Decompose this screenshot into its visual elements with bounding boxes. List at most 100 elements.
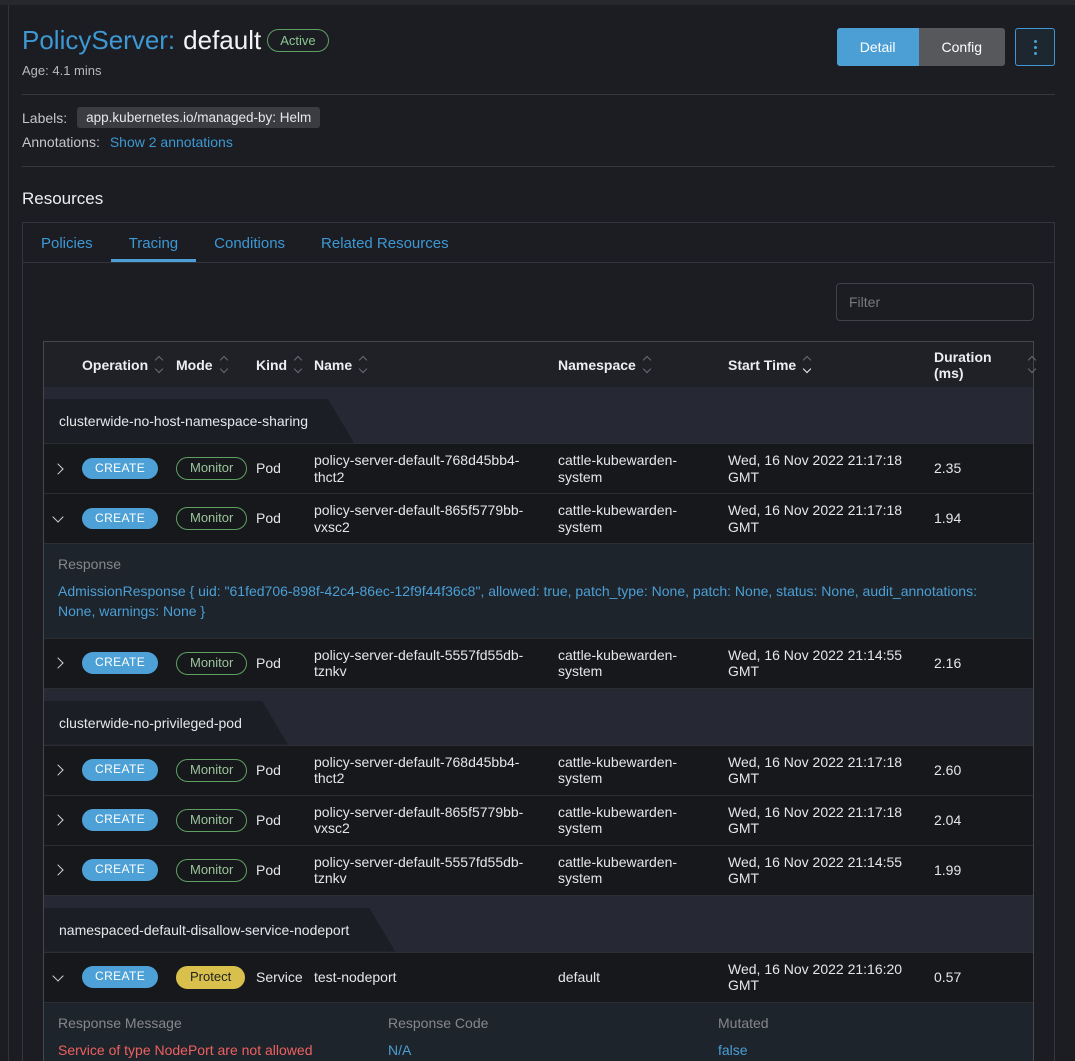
expand-row-icon[interactable] (52, 814, 63, 825)
status-badge: Active (267, 29, 328, 52)
response-code-value: N/A (388, 1042, 718, 1058)
name-cell: test-nodeport (314, 962, 558, 992)
column-header-kind[interactable]: Kind (256, 355, 314, 374)
start-time-cell: Wed, 16 Nov 2022 21:17:18 GMT (728, 747, 934, 793)
duration-cell: 1.99 (934, 855, 1035, 885)
tab-conditions[interactable]: Conditions (196, 223, 303, 262)
kind-cell: Pod (256, 503, 314, 533)
start-time-cell: Wed, 16 Nov 2022 21:16:20 GMT (728, 954, 934, 1000)
resource-name-title: default (183, 25, 261, 56)
config-button[interactable]: Config (919, 28, 1005, 66)
expand-row-icon[interactable] (52, 864, 63, 875)
sort-icon[interactable] (360, 355, 366, 374)
resources-tab-container: PoliciesTracingConditionsRelated Resourc… (22, 222, 1055, 1061)
mode-badge: Monitor (176, 859, 247, 882)
sort-icon[interactable] (804, 355, 810, 374)
sort-icon[interactable] (1029, 355, 1035, 374)
start-time-cell: Wed, 16 Nov 2022 21:17:18 GMT (728, 797, 934, 843)
trace-row[interactable]: CREATE Monitor Pod policy-server-default… (44, 746, 1033, 796)
annotations-label: Annotations: (22, 134, 100, 150)
trace-row[interactable]: CREATE Monitor Pod policy-server-default… (44, 639, 1033, 689)
policy-server-detail-page: PolicyServer: default Active Age: 4.1 mi… (8, 5, 1075, 1061)
duration-cell: 2.35 (934, 453, 1035, 483)
operation-badge: CREATE (82, 859, 158, 881)
namespace-cell: cattle-kubewarden-system (558, 495, 728, 541)
mode-badge: Monitor (176, 759, 247, 782)
tab-tracing[interactable]: Tracing (111, 223, 196, 262)
trace-row[interactable]: CREATE Monitor Pod policy-server-default… (44, 494, 1033, 544)
operation-badge: CREATE (82, 966, 158, 988)
sort-icon[interactable] (295, 355, 301, 374)
mutated-label: Mutated (718, 1015, 1019, 1031)
kind-cell: Pod (256, 855, 314, 885)
operation-badge: CREATE (82, 652, 158, 674)
operation-badge: CREATE (82, 809, 158, 831)
mode-badge: Protect (176, 966, 245, 989)
namespace-cell: cattle-kubewarden-system (558, 640, 728, 686)
collapse-row-icon[interactable] (52, 511, 63, 522)
masthead: PolicyServer: default Active Age: 4.1 mi… (22, 19, 1055, 78)
sort-icon[interactable] (644, 355, 650, 374)
mode-badge: Monitor (176, 457, 247, 480)
namespace-cell: cattle-kubewarden-system (558, 445, 728, 491)
trace-row[interactable]: CREATE Monitor Pod policy-server-default… (44, 796, 1033, 846)
response-message-value: Service of type NodePort are not allowed (58, 1042, 388, 1058)
name-cell: policy-server-default-5557fd55db-tznkv (314, 640, 558, 686)
header-divider (22, 94, 1055, 95)
label-chip: app.kubernetes.io/managed-by: Helm (77, 107, 320, 128)
policy-group-band: clusterwide-no-host-namespace-sharing (44, 387, 1033, 444)
namespace-cell: cattle-kubewarden-system (558, 747, 728, 793)
resource-type-title: PolicyServer: (22, 25, 175, 56)
response-text: AdmissionResponse { uid: "61fed706-898f-… (58, 581, 1019, 622)
kind-cell: Pod (256, 755, 314, 785)
response-message-label: Response Message (58, 1015, 388, 1031)
policy-group-name: namespaced-default-disallow-service-node… (44, 908, 395, 952)
namespace-cell: cattle-kubewarden-system (558, 847, 728, 893)
header-actions: Detail Config (837, 28, 1055, 66)
policy-group-name: clusterwide-no-privileged-pod (44, 701, 288, 745)
sort-icon[interactable] (221, 355, 227, 374)
detail-button[interactable]: Detail (837, 28, 919, 66)
kebab-menu-button[interactable] (1015, 28, 1055, 66)
labels-label: Labels: (22, 110, 67, 126)
column-header-mode[interactable]: Mode (176, 355, 256, 374)
duration-cell: 2.04 (934, 805, 1035, 835)
column-header-operation[interactable]: Operation (82, 355, 176, 374)
table-body: clusterwide-no-host-namespace-sharing CR… (44, 387, 1033, 1061)
filter-input[interactable] (836, 283, 1034, 321)
age-text: Age: 4.1 mins (22, 63, 329, 78)
kind-cell: Service (256, 962, 314, 992)
operation-badge: CREATE (82, 458, 158, 480)
column-header-name[interactable]: Name (314, 355, 558, 374)
tab-related-resources[interactable]: Related Resources (303, 223, 467, 262)
expand-row-icon[interactable] (52, 463, 63, 474)
response-label: Response (58, 556, 1019, 572)
tab-policies[interactable]: Policies (23, 223, 111, 262)
start-time-cell: Wed, 16 Nov 2022 21:17:18 GMT (728, 495, 934, 541)
duration-cell: 2.16 (934, 648, 1035, 678)
show-annotations-link[interactable]: Show 2 annotations (110, 134, 233, 150)
column-header-duration-ms-[interactable]: Duration (ms) (934, 349, 1035, 381)
start-time-cell: Wed, 16 Nov 2022 21:14:55 GMT (728, 847, 934, 893)
trace-row[interactable]: CREATE Monitor Pod policy-server-default… (44, 444, 1033, 494)
kebab-dot-icon (1034, 40, 1037, 43)
start-time-cell: Wed, 16 Nov 2022 21:14:55 GMT (728, 640, 934, 686)
policy-group-band: namespaced-default-disallow-service-node… (44, 896, 1033, 953)
table-header-row: Operation Mode Kind Name Namespace Start… (44, 342, 1033, 387)
column-header-namespace[interactable]: Namespace (558, 355, 728, 374)
trace-row[interactable]: CREATE Monitor Pod policy-server-default… (44, 846, 1033, 896)
response-detail: Response AdmissionResponse { uid: "61fed… (44, 544, 1033, 639)
tracing-table: Operation Mode Kind Name Namespace Start… (43, 341, 1034, 1061)
collapse-row-icon[interactable] (52, 970, 63, 981)
sort-icon[interactable] (156, 355, 162, 374)
name-cell: policy-server-default-5557fd55db-tznkv (314, 847, 558, 893)
meta-section: Labels: app.kubernetes.io/managed-by: He… (22, 107, 1055, 150)
kind-cell: Pod (256, 805, 314, 835)
duration-cell: 0.57 (934, 962, 1035, 992)
trace-row[interactable]: CREATE Protect Service test-nodeport def… (44, 953, 1033, 1003)
expand-row-icon[interactable] (52, 657, 63, 668)
response-code-label: Response Code (388, 1015, 718, 1031)
column-header-start-time[interactable]: Start Time (728, 355, 934, 374)
meta-divider (22, 166, 1055, 167)
expand-row-icon[interactable] (52, 764, 63, 775)
